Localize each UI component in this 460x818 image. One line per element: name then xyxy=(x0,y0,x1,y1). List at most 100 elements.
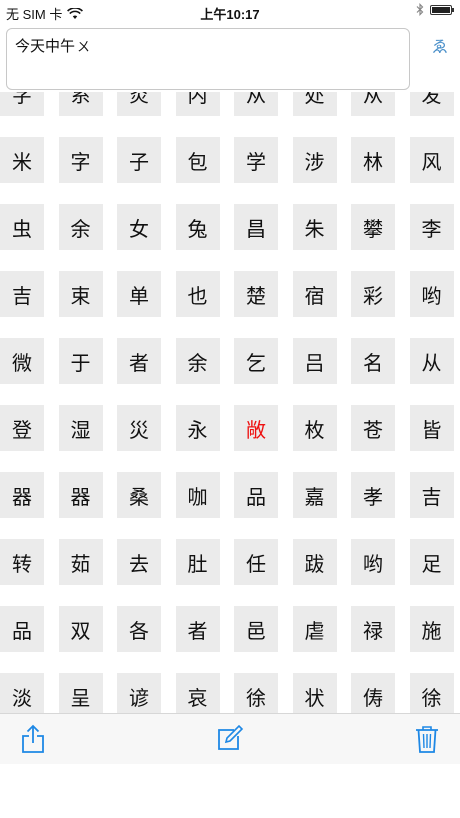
compose-icon xyxy=(218,724,244,750)
share-button[interactable] xyxy=(20,724,50,754)
glyph-cell[interactable]: 吉 xyxy=(0,271,44,317)
share-icon xyxy=(22,724,44,753)
clock: 上午10:17 xyxy=(200,7,260,22)
glyph-cell[interactable]: 登 xyxy=(0,405,44,451)
glyph-cell[interactable]: 系 xyxy=(58,92,103,116)
trash-icon xyxy=(416,726,438,753)
glyph-cell[interactable]: 跋 xyxy=(292,539,337,585)
glyph-cell[interactable]: 呈 xyxy=(58,673,103,713)
glyph-cell[interactable]: 攀 xyxy=(351,204,395,250)
glyph-cell[interactable]: 宿 xyxy=(292,271,337,317)
bottom-toolbar xyxy=(0,713,460,764)
glyph-cell[interactable]: 李 xyxy=(409,204,454,250)
glyph-cell[interactable]: 俦 xyxy=(351,673,395,713)
glyph-cell[interactable]: 哀 xyxy=(175,673,220,713)
glyph-cell[interactable]: 彩 xyxy=(351,271,395,317)
glyph-cell[interactable]: 米 xyxy=(0,137,44,183)
glyph-cell[interactable]: 余 xyxy=(175,338,220,384)
glyph-cell[interactable]: 各 xyxy=(117,606,161,652)
glyph-cell[interactable]: 任 xyxy=(234,539,278,585)
text-input[interactable]: 今天中午ㄨ xyxy=(6,28,410,90)
glyph-cell[interactable]: 乞 xyxy=(234,338,278,384)
glyph-cell[interactable]: 足 xyxy=(409,539,454,585)
compose-button[interactable] xyxy=(216,724,246,754)
glyph-cell[interactable]: 内 xyxy=(175,92,220,116)
glyph-cell[interactable]: 施 xyxy=(409,606,454,652)
glyph-cell[interactable]: 茹 xyxy=(58,539,103,585)
glyph-cell[interactable]: 嘉 xyxy=(292,472,337,518)
glyph-cell[interactable]: 吉 xyxy=(409,472,454,518)
glyph-cell[interactable]: 咖 xyxy=(175,472,220,518)
glyph-cell[interactable]: 发 xyxy=(409,92,454,116)
glyph-cell[interactable]: 者 xyxy=(117,338,161,384)
glyph-cell[interactable]: 单 xyxy=(117,271,161,317)
input-text: 今天中午 xyxy=(15,37,76,55)
glyph-cell[interactable]: 余 xyxy=(58,204,103,250)
glyph-cell[interactable]: 字 xyxy=(0,92,44,116)
glyph-cell[interactable]: 邑 xyxy=(234,606,278,652)
glyph-cell[interactable]: 昌 xyxy=(234,204,278,250)
glyph-cell[interactable]: 状 xyxy=(292,673,337,713)
glyph-cell[interactable]: 名 xyxy=(351,338,395,384)
current-glyph-button[interactable]: ゑ xyxy=(425,38,455,78)
glyph-cell[interactable]: 楚 xyxy=(234,271,278,317)
glyph-cell[interactable]: 朱 xyxy=(292,204,337,250)
glyph-cell[interactable]: 谚 xyxy=(117,673,161,713)
glyph-cell[interactable]: 敞 xyxy=(234,405,278,451)
glyph-cell[interactable]: 转 xyxy=(0,539,44,585)
glyph-cell[interactable]: 徐 xyxy=(409,673,454,713)
glyph-cell[interactable]: 兔 xyxy=(175,204,220,250)
glyph-cell[interactable]: 于 xyxy=(58,338,103,384)
glyph-cell[interactable]: 风 xyxy=(409,137,454,183)
glyph-cell[interactable]: 女 xyxy=(117,204,161,250)
glyph-cell[interactable]: 品 xyxy=(234,472,278,518)
glyph-cell[interactable]: 器 xyxy=(58,472,103,518)
glyph-cell[interactable]: 肚 xyxy=(175,539,220,585)
glyph-cell[interactable]: 虫 xyxy=(0,204,44,250)
glyph-cell[interactable]: 者 xyxy=(175,606,220,652)
blank-area xyxy=(0,764,460,818)
glyph-cell[interactable]: 去 xyxy=(117,539,161,585)
glyph-cell[interactable]: 徐 xyxy=(234,673,278,713)
glyph-cell[interactable]: 孝 xyxy=(351,472,395,518)
glyph-cell[interactable]: 苍 xyxy=(351,405,395,451)
glyph-cell[interactable]: 从 xyxy=(351,92,395,116)
delete-button[interactable] xyxy=(414,724,444,754)
glyph-cell[interactable]: 吕 xyxy=(292,338,337,384)
glyph-cell[interactable]: 林 xyxy=(351,137,395,183)
glyph-cell[interactable]: 禄 xyxy=(351,606,395,652)
glyph-cell[interactable]: 虐 xyxy=(292,606,337,652)
glyph-cell[interactable]: 涉 xyxy=(292,137,337,183)
status-right xyxy=(416,3,454,16)
glyph-cell[interactable]: 从 xyxy=(234,92,278,116)
bluetooth-icon xyxy=(416,3,424,16)
glyph-cell[interactable]: 学 xyxy=(234,137,278,183)
glyph-cell[interactable]: 哟 xyxy=(351,539,395,585)
glyph-cell[interactable]: 字 xyxy=(58,137,103,183)
glyph-cell[interactable]: 品 xyxy=(0,606,44,652)
glyph-cell[interactable]: 永 xyxy=(175,405,220,451)
glyph-cell[interactable]: 枚 xyxy=(292,405,337,451)
glyph-cell[interactable]: 微 xyxy=(0,338,44,384)
glyph-cell[interactable]: 桑 xyxy=(117,472,161,518)
glyph-cell[interactable]: 炎 xyxy=(117,92,161,116)
status-bar: 无 SIM 卡 上午10:17 xyxy=(0,0,460,24)
glyph-cell[interactable]: 哟 xyxy=(409,271,454,317)
battery-icon xyxy=(430,4,454,15)
glyph-cell[interactable]: 双 xyxy=(58,606,103,652)
glyph-cell[interactable]: 淡 xyxy=(0,673,44,713)
glyph-cell[interactable]: 子 xyxy=(117,137,161,183)
glyph-cell[interactable]: 也 xyxy=(175,271,220,317)
glyph-grid[interactable]: 字系炎内从处从发米字子包学涉林风虫余女兔昌朱攀李吉束单也楚宿彩哟微于者余乞吕名从… xyxy=(0,92,460,713)
glyph-cell[interactable]: 从 xyxy=(409,338,454,384)
glyph-cell[interactable]: 皆 xyxy=(409,405,454,451)
glyph-cell[interactable]: 包 xyxy=(175,137,220,183)
glyph-cell[interactable]: 束 xyxy=(58,271,103,317)
current-glyph: ゑ xyxy=(431,37,448,56)
glyph-cell[interactable]: 災 xyxy=(117,405,161,451)
glyph-cell[interactable]: 湿 xyxy=(58,405,103,451)
glyph-grid-inner: 字系炎内从处从发米字子包学涉林风虫余女兔昌朱攀李吉束单也楚宿彩哟微于者余乞吕名从… xyxy=(0,92,454,713)
glyph-cell[interactable]: 处 xyxy=(292,92,337,116)
glyph-cell[interactable]: 器 xyxy=(0,472,44,518)
input-oracle-glyph: ㄨ xyxy=(77,40,91,55)
